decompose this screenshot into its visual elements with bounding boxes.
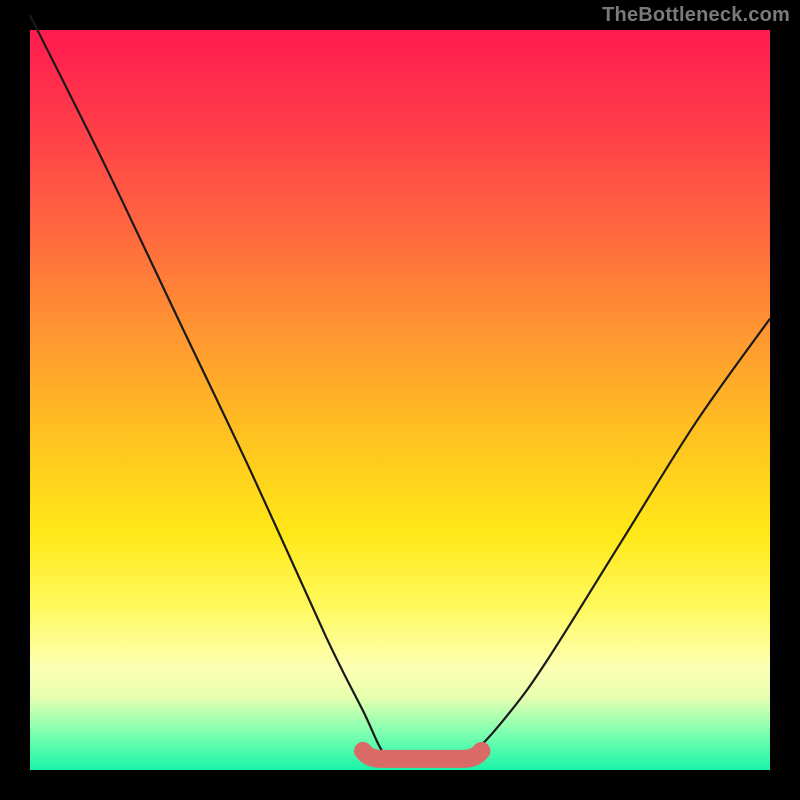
plot-area <box>30 30 770 770</box>
highlight-band <box>363 751 481 759</box>
bottleneck-curve <box>30 15 770 764</box>
chart-frame: TheBottleneck.com <box>0 0 800 800</box>
attribution-text: TheBottleneck.com <box>602 4 790 27</box>
curve-svg <box>30 30 770 770</box>
